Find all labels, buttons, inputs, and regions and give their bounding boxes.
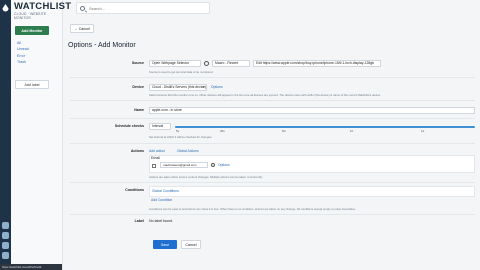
settings-icon[interactable] — [2, 252, 9, 259]
gear-icon[interactable] — [211, 163, 215, 167]
cancel-button[interactable]: Cancel — [181, 240, 201, 249]
add-label-button[interactable]: Add label — [15, 80, 49, 89]
email-title: Email — [151, 156, 160, 160]
user-icon[interactable] — [2, 232, 9, 239]
sidebar-item-trash[interactable]: Trash — [17, 59, 29, 65]
divider — [70, 214, 475, 215]
divider — [70, 77, 475, 78]
source-method-select[interactable]: Macro - Recent — [212, 60, 250, 67]
add-condition-link[interactable]: Add Condition — [151, 198, 172, 202]
email-field[interactable]: machinelens@gmail.com — [160, 162, 208, 168]
conditions-help: Conditions can be used to test before on… — [149, 207, 356, 211]
source-type-select[interactable]: Open Webpage Selector — [149, 60, 201, 67]
slider-tick: 30s — [220, 129, 225, 133]
schedule-mode-select[interactable]: Interval — [149, 123, 171, 130]
email-options-link[interactable]: Options — [218, 163, 230, 167]
main-pane — [63, 0, 480, 270]
search-icon — [80, 6, 85, 11]
device-options-link[interactable]: Options — [211, 85, 223, 89]
divider — [70, 118, 475, 119]
chevron-down-icon: ▼ — [202, 85, 205, 89]
search-input[interactable] — [89, 3, 207, 13]
checkbox[interactable] — [152, 164, 156, 168]
slider-tick: 5s — [176, 129, 180, 133]
status-url: https://watchlist.cloud/#/w/0/edit — [0, 264, 62, 270]
save-button[interactable]: Save — [153, 240, 177, 249]
device-select[interactable]: Cloud - Distill's Servers (this device) — [149, 84, 207, 91]
cancel-top-button[interactable]: ← Cancel — [70, 24, 94, 33]
global-conditions-link[interactable]: Global Conditions — [152, 189, 179, 193]
add-action-link[interactable]: Add action — [149, 149, 165, 153]
conditions-label: Conditions — [125, 188, 144, 192]
device-label: Device — [132, 85, 144, 89]
app-subtitle: CLOUD · WEBSITE MONITOR — [14, 12, 47, 20]
brand: WATCHLIST CLOUD · WEBSITE MONITOR — [14, 1, 72, 20]
interval-slider[interactable] — [175, 126, 475, 128]
actions-label: Actions — [130, 149, 144, 153]
app-title: WATCHLIST — [14, 1, 72, 12]
sidebar-item-unread[interactable]: Unread — [17, 46, 29, 52]
divider — [70, 100, 475, 101]
drop-logo-icon — [2, 4, 9, 12]
divider — [70, 143, 475, 144]
help-icon[interactable] — [2, 242, 9, 249]
divider — [70, 182, 475, 183]
source-label: Source — [131, 61, 144, 65]
icon-rail — [0, 0, 11, 270]
notification-icon[interactable] — [2, 222, 9, 229]
sidebar-nav: All Unread Error Trash — [17, 40, 29, 66]
slider-tick: 5m — [282, 129, 287, 133]
source-help: Source is used to get text and data to b… — [149, 70, 214, 74]
page-title: Options - Add Monitor — [68, 42, 136, 49]
name-label: Name — [134, 108, 144, 112]
no-label-text: No label found. — [149, 219, 174, 223]
slider-tick: 1d — [421, 129, 425, 133]
device-help: Select devices that this monitor runs on… — [149, 93, 381, 97]
schedule-help: Set interval at which it will be checked… — [149, 135, 213, 139]
gear-icon[interactable] — [204, 61, 209, 66]
conditions-box — [149, 186, 475, 197]
source-url-field[interactable]: Edit https://www.apple.com/shop/buy-ipho… — [253, 60, 381, 67]
slider-tick: 1h — [350, 129, 354, 133]
global-actions-link[interactable]: Global Actions — [177, 149, 199, 153]
name-field[interactable]: apple.com - in store — [149, 107, 475, 114]
search-box[interactable] — [76, 2, 210, 14]
schedule-label: Schedule checks — [114, 124, 144, 128]
label-row-label: Label — [134, 219, 144, 223]
actions-help: Actions are taken when source content ch… — [149, 175, 263, 179]
add-monitor-button[interactable]: Add Monitor — [15, 26, 49, 35]
